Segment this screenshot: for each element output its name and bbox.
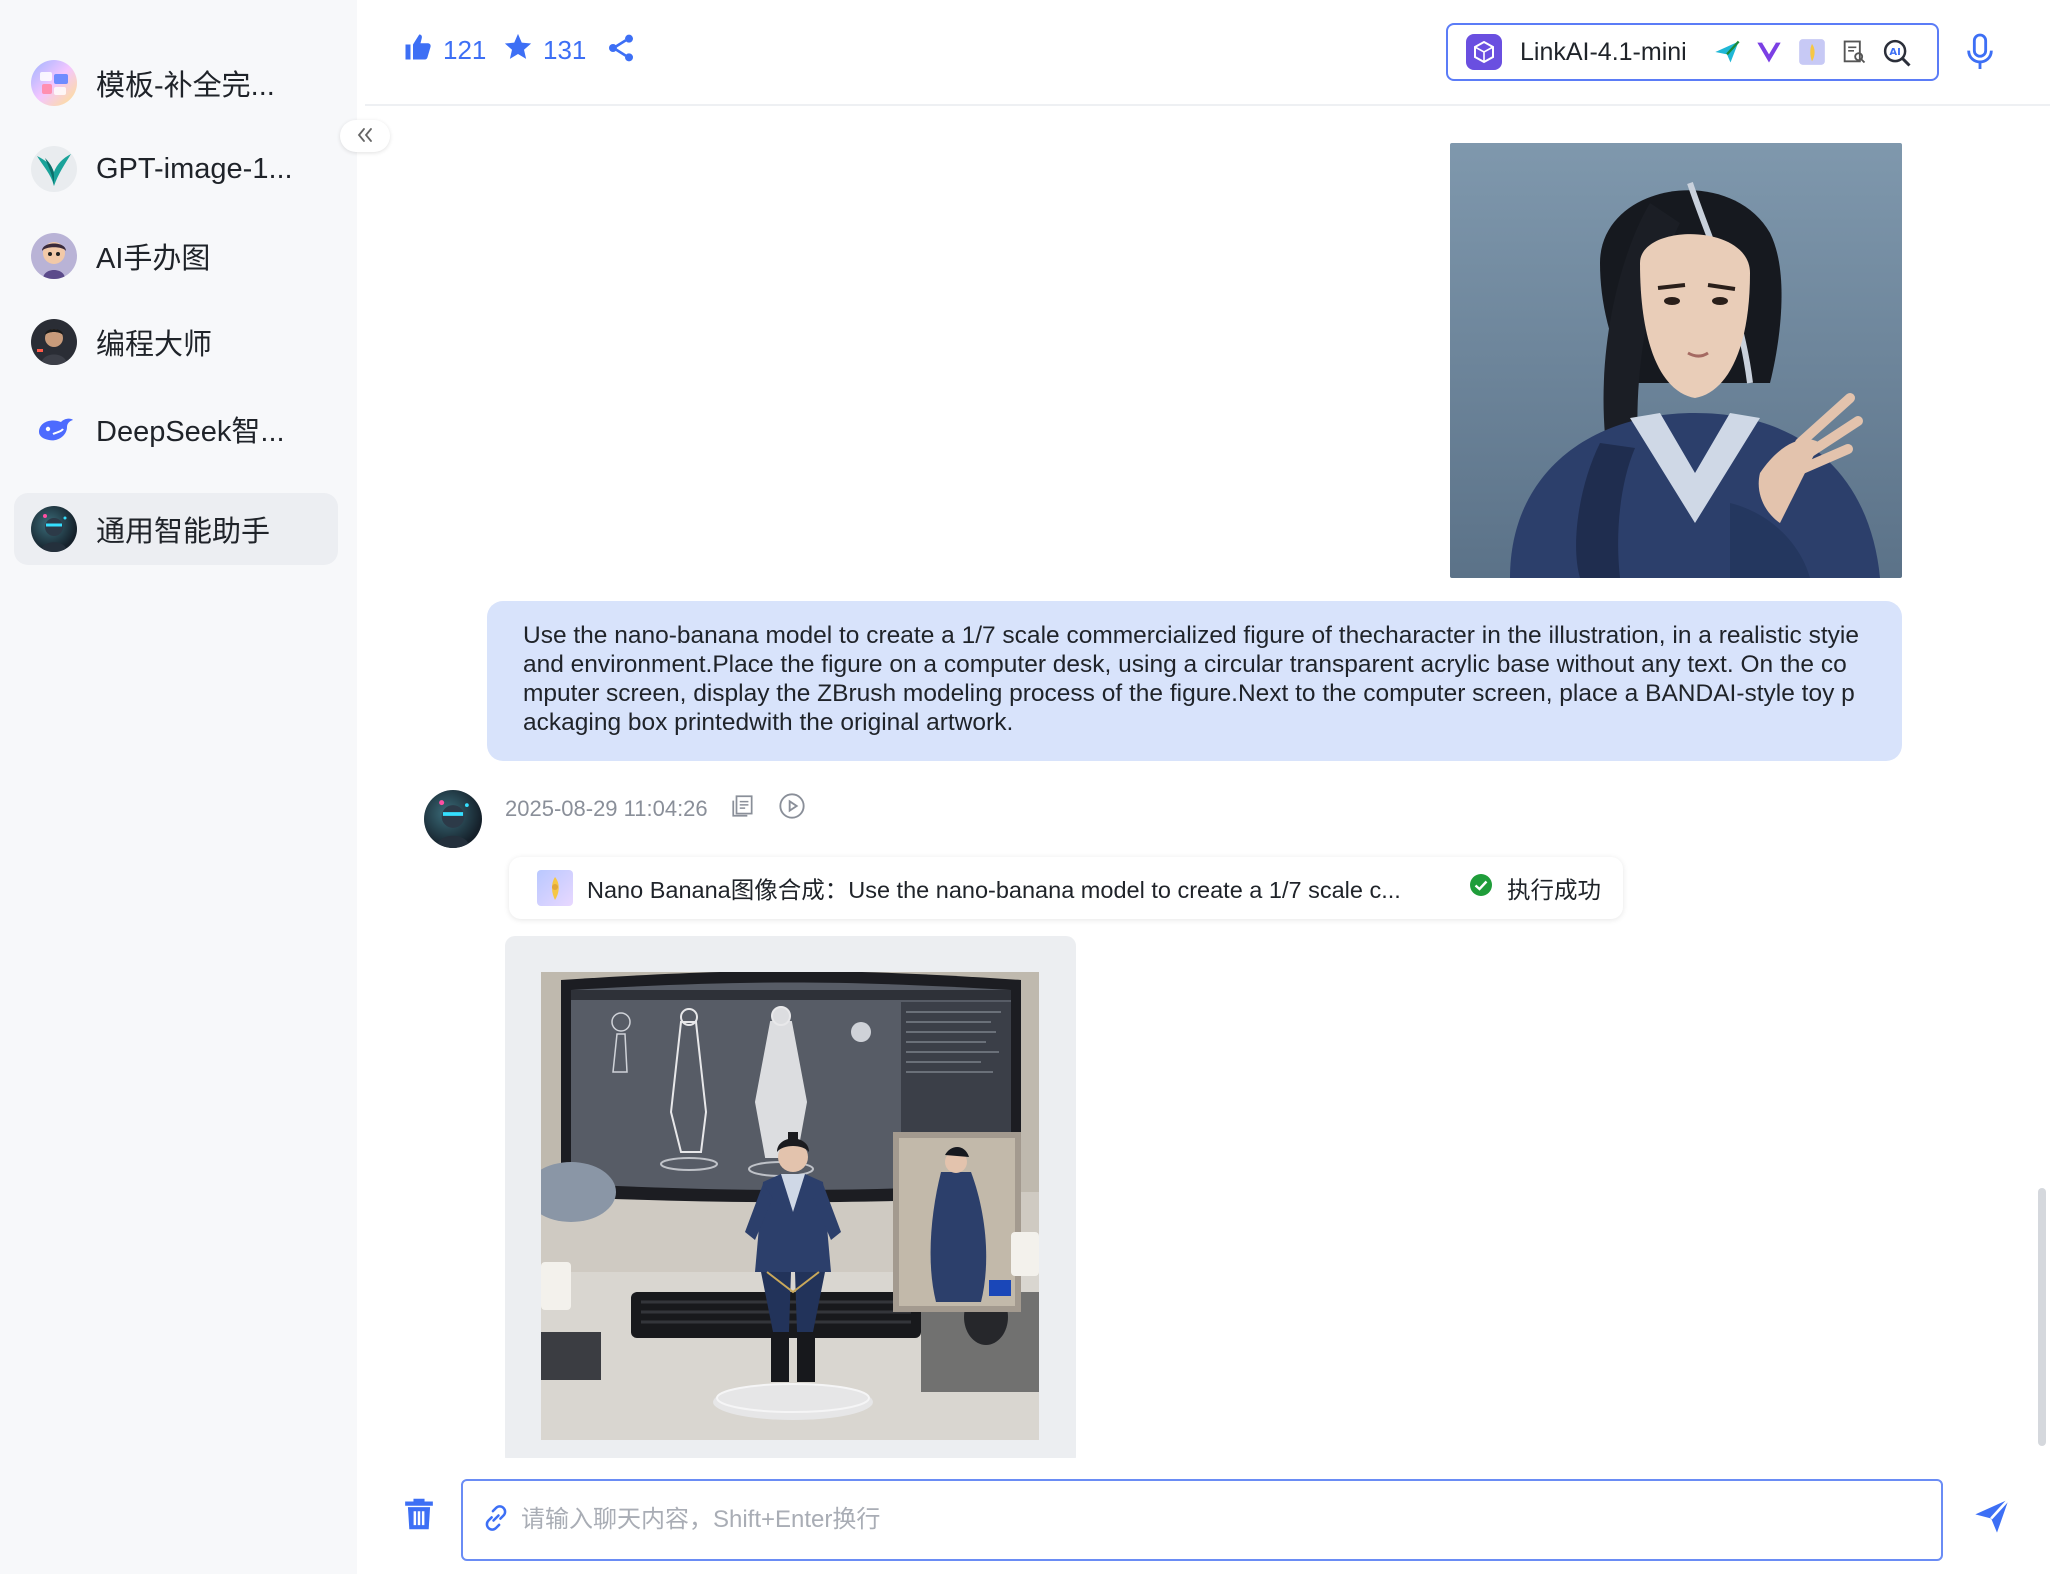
send-icon[interactable]	[1713, 38, 1741, 66]
top-bar: 121 131 LinkAI-4.1-mini AI	[365, 0, 2050, 106]
thumbs-up-icon	[403, 32, 443, 69]
svg-text:AI: AI	[1889, 47, 1900, 58]
message-timestamp: 2025-08-29 11:04:26	[505, 796, 708, 821]
send-icon	[1972, 1498, 2012, 1540]
sidebar-item-coding-master[interactable]: 编程大师	[14, 306, 338, 378]
voice-input-button[interactable]	[1963, 32, 1997, 77]
share-icon	[605, 32, 647, 71]
like-count: 121	[443, 35, 487, 65]
message-meta: 2025-08-29 11:04:26	[505, 792, 806, 826]
chat-input-box[interactable]	[461, 1479, 1943, 1561]
banana-icon[interactable]	[1798, 38, 1826, 66]
favorite-button[interactable]: 131	[503, 32, 586, 69]
model-name: LinkAI-4.1-mini	[1520, 37, 1687, 66]
model-selector[interactable]: LinkAI-4.1-mini AI	[1446, 23, 1939, 81]
sidebar-item-label: AI手办图	[96, 243, 211, 275]
chat-input[interactable]	[521, 1506, 1901, 1534]
deepseek-whale-icon	[31, 406, 77, 452]
chat-scrollbar[interactable]	[2038, 1188, 2046, 1446]
document-search-icon[interactable]	[1840, 38, 1868, 66]
uploaded-character-image[interactable]	[1450, 143, 1902, 578]
share-button[interactable]	[605, 32, 647, 71]
status-label: 执行成功	[1507, 877, 1601, 903]
play-audio-icon[interactable]	[778, 792, 806, 826]
star-count: 131	[543, 35, 587, 65]
generated-image-container	[505, 936, 1076, 1458]
clear-chat-button[interactable]	[402, 1496, 436, 1537]
gpt-image-avatar	[31, 146, 77, 192]
like-button[interactable]: 121	[403, 32, 486, 69]
ai-search-icon[interactable]: AI	[1882, 38, 1911, 67]
sidebar-item-deepseek[interactable]: DeepSeek智...	[14, 393, 338, 465]
coding-master-avatar	[31, 319, 77, 365]
general-assistant-avatar	[31, 506, 77, 552]
trash-icon	[402, 1498, 436, 1536]
attachment-link-icon[interactable]	[481, 1503, 511, 1538]
sidebar-item-template[interactable]: 模板-补全完...	[14, 47, 338, 119]
sidebar-item-label: GPT-image-1...	[96, 152, 293, 185]
template-avatar	[31, 60, 77, 106]
user-message-bubble: Use the nano-banana model to create a 1/…	[487, 601, 1902, 761]
ai-figure-avatar	[31, 233, 77, 279]
tool-call-status: 执行成功	[1469, 871, 1601, 905]
sidebar: 模板-补全完... GPT-image-1... AI手办图 编程大师 Deep…	[0, 0, 357, 1574]
vue-logo-icon[interactable]	[1755, 38, 1783, 66]
star-icon	[503, 32, 543, 69]
banana-icon	[537, 870, 573, 906]
sidebar-item-gpt-image[interactable]: GPT-image-1...	[14, 133, 338, 205]
sidebar-item-ai-figure[interactable]: AI手办图	[14, 220, 338, 292]
double-chevron-left-icon	[356, 123, 374, 149]
model-logo-icon	[1466, 34, 1502, 70]
assistant-avatar	[424, 790, 482, 848]
sidebar-item-label: 通用智能助手	[96, 516, 271, 548]
generated-figure-image[interactable]	[541, 972, 1039, 1440]
sidebar-item-label: 模板-补全完...	[96, 70, 275, 102]
chat-area: Use the nano-banana model to create a 1/…	[365, 108, 2050, 1458]
microphone-icon	[1963, 33, 1997, 76]
tool-call-card[interactable]: Nano Banana图像合成：Use the nano-banana mode…	[509, 857, 1623, 919]
sidebar-item-label: 编程大师	[96, 329, 213, 361]
sidebar-item-label: DeepSeek智...	[96, 416, 285, 448]
check-circle-icon	[1469, 873, 1493, 903]
sidebar-item-general-assistant[interactable]: 通用智能助手	[14, 493, 338, 565]
copy-icon[interactable]	[730, 793, 756, 825]
send-button[interactable]	[1972, 1496, 2012, 1541]
collapse-sidebar-button[interactable]	[340, 120, 390, 152]
tool-call-text: Nano Banana图像合成：Use the nano-banana mode…	[587, 877, 1401, 903]
